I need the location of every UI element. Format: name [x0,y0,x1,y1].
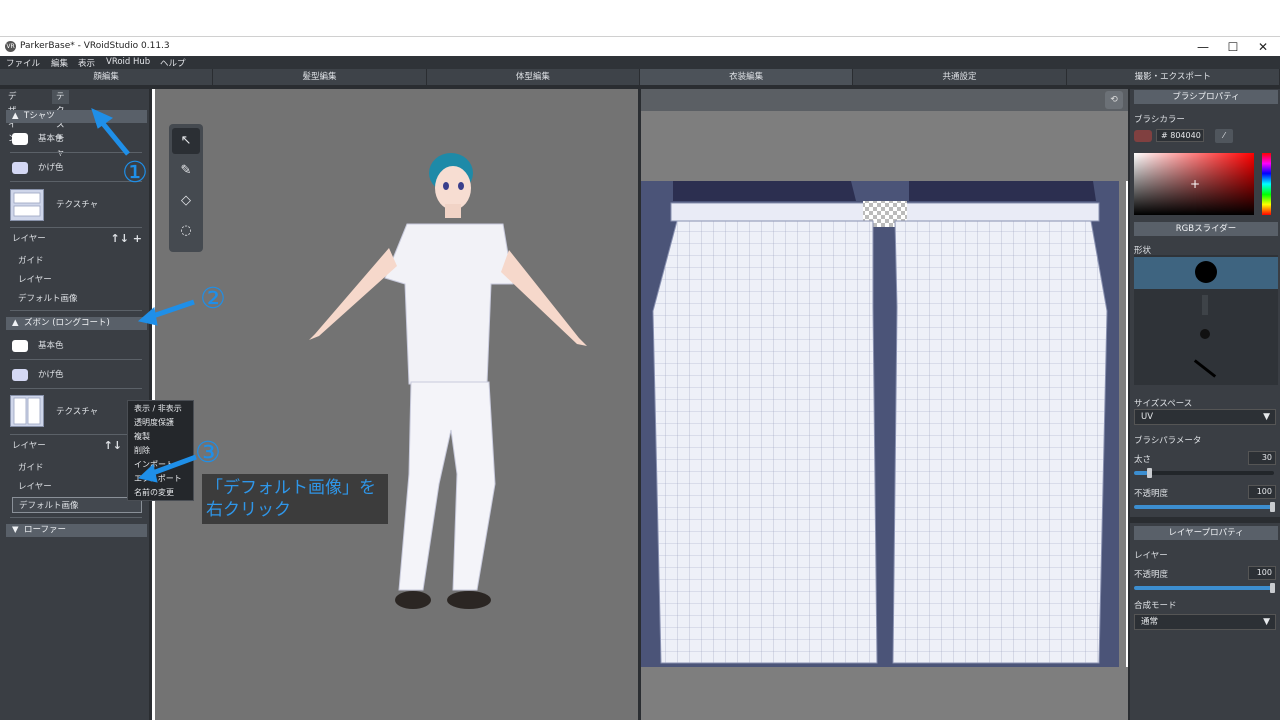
callout-line-2: 右クリック [206,500,291,520]
app-window: VR ParkerBase* - VRoidStudio 0.11.3 — ☐ … [0,0,1280,720]
step-number-3: ③ [195,435,221,469]
instruction-callout: 「デフォルト画像」を 右クリック [202,474,388,524]
step-number-2: ② [200,281,226,315]
step-number-1: ① [122,155,148,189]
annotation-arrows [91,108,197,483]
callout-line-1: 「デフォルト画像」を [206,478,376,498]
